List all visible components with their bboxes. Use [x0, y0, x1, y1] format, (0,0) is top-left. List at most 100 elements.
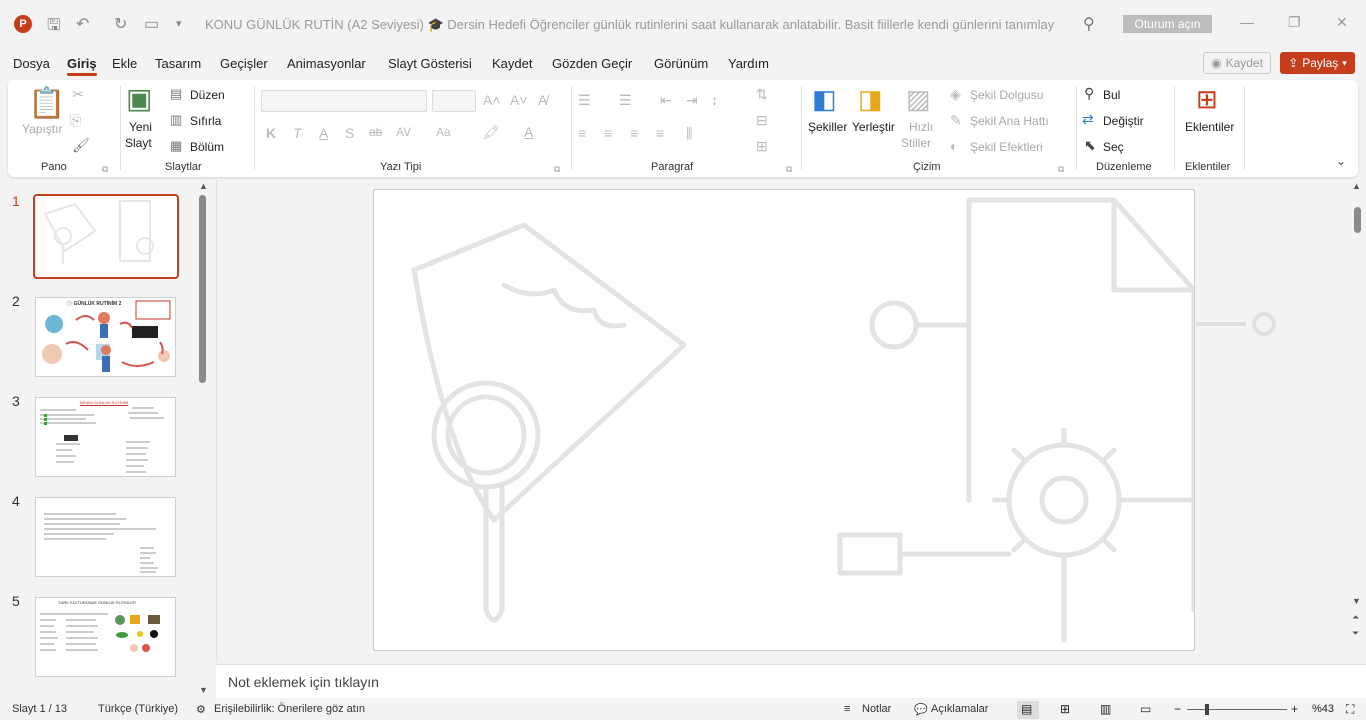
- scroll-down-icon[interactable]: ▼: [1352, 596, 1361, 606]
- fit-slide-icon[interactable]: ⛶: [1346, 702, 1354, 717]
- layout-icon[interactable]: ▤: [170, 86, 182, 102]
- zoom-slider[interactable]: [1187, 709, 1287, 710]
- undo-icon[interactable]: ↶: [76, 14, 89, 34]
- section-button[interactable]: Bölüm: [190, 140, 224, 154]
- select-button[interactable]: Seç: [1103, 140, 1124, 154]
- maximize-icon[interactable]: ❐: [1288, 14, 1301, 31]
- font-name-combo[interactable]: [261, 90, 427, 112]
- tab-ekle[interactable]: Ekle: [112, 56, 137, 71]
- tab-kaydet[interactable]: Kaydet: [492, 56, 532, 71]
- shadow-icon[interactable]: S: [345, 125, 354, 141]
- redo-icon[interactable]: ↻: [114, 14, 127, 34]
- accessibility-icon[interactable]: ⚙: [196, 703, 206, 716]
- decrease-font-icon[interactable]: A˅: [510, 92, 528, 108]
- replace-icon[interactable]: ⇄: [1082, 111, 1094, 128]
- current-slide-canvas[interactable]: [373, 189, 1195, 651]
- slide-thumbnail-4[interactable]: [35, 497, 176, 577]
- outline-icon[interactable]: ✎: [950, 112, 962, 129]
- dialog-launcher-icon[interactable]: ⧉: [554, 164, 560, 175]
- new-slide-icon[interactable]: ▣: [126, 82, 152, 115]
- notes-toggle-icon[interactable]: ≡: [844, 703, 850, 715]
- tab-gorunum[interactable]: Görünüm: [654, 56, 708, 71]
- layout-button[interactable]: Düzen: [190, 88, 225, 102]
- shape-outline-button[interactable]: Şekil Ana Hattı: [970, 114, 1049, 128]
- slide-thumbnail-5[interactable]: TÜRK KÜLTÜRÜNDE GÜNLÜK RUTİNLER: [35, 597, 176, 677]
- tab-yardim[interactable]: Yardım: [728, 56, 769, 71]
- zoom-in-icon[interactable]: +: [1291, 702, 1298, 716]
- minimize-icon[interactable]: —: [1240, 14, 1254, 30]
- accessibility-status[interactable]: Erişilebilirlik: Önerilere göz atın: [214, 703, 365, 715]
- editor-scrollbar[interactable]: [1354, 207, 1361, 233]
- addins-icon[interactable]: ⊞: [1196, 84, 1218, 115]
- font-color-icon[interactable]: A: [524, 124, 533, 140]
- addins-button[interactable]: Eklentiler: [1185, 120, 1234, 134]
- replace-button[interactable]: Değiştir: [1103, 114, 1144, 128]
- shapes-icon[interactable]: ◧: [812, 84, 837, 115]
- zoom-slider-thumb[interactable]: [1205, 704, 1209, 715]
- notes-toggle-button[interactable]: Notlar: [862, 703, 891, 715]
- slide-thumbnail-1[interactable]: [33, 194, 179, 279]
- tab-gozden-gecir[interactable]: Gözden Geçir: [552, 56, 632, 71]
- scroll-down-icon[interactable]: ▼: [199, 685, 208, 695]
- font-size-combo[interactable]: [432, 90, 476, 112]
- quick-styles-icon[interactable]: ▨: [906, 84, 931, 115]
- language-indicator[interactable]: Türkçe (Türkiye): [98, 703, 178, 715]
- bold-icon[interactable]: K: [266, 125, 276, 141]
- align-left-icon[interactable]: ≡: [578, 125, 586, 141]
- align-text-icon[interactable]: ⊟: [756, 112, 768, 129]
- clear-format-icon[interactable]: A̸: [538, 92, 547, 108]
- sign-in-button[interactable]: Oturum açın: [1123, 15, 1212, 33]
- next-slide-icon[interactable]: ⏷: [1352, 628, 1359, 639]
- change-case-icon[interactable]: Aa: [436, 125, 451, 139]
- fill-icon[interactable]: ◈: [950, 86, 961, 103]
- numbering-icon[interactable]: ☰: [619, 92, 632, 109]
- underline-icon[interactable]: A: [319, 125, 328, 141]
- text-direction-icon[interactable]: ⇅: [756, 86, 768, 103]
- columns-icon[interactable]: ⫼: [686, 125, 692, 142]
- zoom-out-icon[interactable]: −: [1174, 702, 1181, 716]
- tab-dosya[interactable]: Dosya: [13, 56, 50, 71]
- search-icon[interactable]: ⚲: [1083, 14, 1095, 34]
- collapse-ribbon-icon[interactable]: ⌄: [1336, 154, 1346, 168]
- tab-slayt-gosterisi[interactable]: Slayt Gösterisi: [388, 56, 472, 71]
- arrange-icon[interactable]: ◨: [858, 84, 883, 115]
- comments-icon[interactable]: 💬: [914, 703, 928, 716]
- dialog-launcher-icon[interactable]: ⧉: [102, 164, 108, 175]
- reset-button[interactable]: Sıfırla: [190, 114, 221, 128]
- align-right-icon[interactable]: ≡: [630, 125, 638, 141]
- increase-font-icon[interactable]: A˄: [483, 92, 501, 108]
- notes-pane[interactable]: Not eklemek için tıklayın: [216, 664, 1366, 698]
- slide-thumbnail-2[interactable]: 🕐 GÜNLÜK RUTİNİM 2: [35, 297, 176, 377]
- save-icon[interactable]: 🖫: [47, 14, 61, 41]
- share-button[interactable]: ⇪ Paylaş ▾: [1280, 52, 1355, 74]
- justify-icon[interactable]: ≡: [656, 125, 664, 141]
- tab-giris[interactable]: Giriş: [67, 56, 97, 76]
- decrease-indent-icon[interactable]: ⇤: [660, 92, 672, 109]
- dialog-launcher-icon[interactable]: ⧉: [786, 164, 792, 175]
- shape-fill-button[interactable]: Şekil Dolgusu: [970, 88, 1043, 102]
- increase-indent-icon[interactable]: ⇥: [686, 92, 698, 109]
- quick-styles-label-2[interactable]: Stiller: [901, 136, 931, 150]
- dialog-launcher-icon[interactable]: ⧉: [1058, 164, 1064, 175]
- smartart-icon[interactable]: ⊞: [756, 138, 768, 155]
- quick-styles-label-1[interactable]: Hızlı: [909, 120, 933, 134]
- bullets-icon[interactable]: ☰: [578, 92, 591, 109]
- shapes-button[interactable]: Şekiller: [808, 120, 847, 134]
- effects-icon[interactable]: ◐: [950, 138, 958, 154]
- tab-tasarim[interactable]: Tasarım: [155, 56, 201, 71]
- arrange-button[interactable]: Yerleştir: [852, 120, 895, 134]
- slideshow-icon[interactable]: ▭: [1140, 702, 1151, 716]
- tab-animasyonlar[interactable]: Animasyonlar: [287, 56, 366, 71]
- slide-thumbnail-3[interactable]: BENİM GÜNLÜK RUTİNİM: [35, 397, 176, 477]
- strikethrough-icon[interactable]: ab: [369, 125, 382, 139]
- reading-view-icon[interactable]: ▥: [1100, 702, 1111, 716]
- select-icon[interactable]: ⬉: [1084, 137, 1096, 154]
- copy-icon[interactable]: ⎘: [70, 112, 81, 129]
- new-slide-label-1[interactable]: Yeni: [129, 120, 152, 134]
- line-spacing-icon[interactable]: ↕: [711, 92, 718, 108]
- close-icon[interactable]: ✕: [1336, 14, 1348, 31]
- find-icon[interactable]: ⚲: [1084, 85, 1094, 102]
- char-spacing-icon[interactable]: AV: [396, 125, 411, 139]
- reset-icon[interactable]: ▥: [170, 112, 182, 128]
- clipboard-icon[interactable]: 📋: [28, 86, 65, 121]
